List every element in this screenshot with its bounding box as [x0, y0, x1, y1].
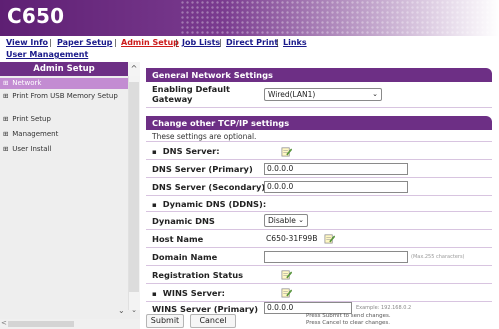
default-gateway-select[interactable]: Wired(LAN1) ⌄	[264, 88, 382, 101]
nav-link-view-info[interactable]: View Info	[6, 38, 48, 47]
page-scroll-down-icon[interactable]: ⌄	[118, 306, 125, 315]
ddns-heading: ▪ Dynamic DNS (DDNS):	[152, 199, 266, 209]
sidebar-item-user-install[interactable]: ⊞ User Install	[0, 145, 128, 154]
chevron-down-icon: ⌄	[372, 90, 378, 98]
bullet-icon: ▪	[152, 290, 157, 298]
nav-link-admin-setup[interactable]: Admin Setup	[121, 38, 179, 47]
sidebar-title: Admin Setup	[0, 62, 128, 76]
printer-model-title: C650	[7, 4, 65, 28]
chevron-down-icon: ⌄	[298, 216, 304, 224]
edit-note-icon[interactable]	[324, 233, 335, 244]
edit-note-icon[interactable]	[281, 287, 292, 298]
submit-note: Press Submit to send changes.	[306, 313, 391, 319]
sidebar-item-network[interactable]: ⊞ Network	[0, 78, 128, 89]
row-optional-note: These settings are optional.	[146, 130, 492, 142]
expand-plus-icon: ⊞	[3, 130, 9, 138]
registration-status-label: Registration Status	[152, 270, 244, 280]
sidebar-item-print-from-usb[interactable]: ⊞ Print From USB Memory Setup	[0, 92, 124, 101]
bullet-icon: ▪	[152, 148, 157, 156]
nav-separator: |	[114, 38, 117, 47]
nav-separator: |	[175, 38, 178, 47]
sidebar-horizontal-thumb[interactable]	[8, 321, 74, 327]
nav-link-paper-setup[interactable]: Paper Setup	[57, 38, 112, 47]
dns-primary-input[interactable]: 0.0.0.0	[264, 163, 408, 175]
row-dns-primary: DNS Server (Primary) 0.0.0.0	[146, 160, 492, 178]
nav-separator: |	[219, 38, 222, 47]
wins-server-heading: ▪ WINS Server:	[152, 288, 225, 298]
nav-link-direct-print[interactable]: Direct Print	[226, 38, 278, 47]
cancel-note: Press Cancel to clear changes.	[306, 320, 391, 326]
sidebar-item-label: User Install	[12, 145, 52, 153]
row-domain-name: Domain Name (Max.255 characters)	[146, 248, 492, 266]
nav-link-job-lists[interactable]: Job Lists	[182, 38, 220, 47]
bullet-icon: ▪	[152, 201, 157, 209]
main-content: General Network Settings Enabling Defaul…	[140, 62, 499, 329]
sidebar-item-print-setup[interactable]: ⊞ Print Setup	[0, 115, 128, 124]
sidebar-item-management[interactable]: ⊞ Management	[0, 130, 128, 139]
sidebar-item-label: Management	[12, 130, 59, 138]
wins-primary-label: WINS Server (Primary)	[152, 304, 259, 314]
nav-link-user-management[interactable]: User Management	[6, 50, 88, 59]
wins-primary-hint: Example: 192.168.0.2	[356, 305, 412, 311]
row-registration-status: Registration Status	[146, 266, 492, 284]
default-gateway-value: Wired(LAN1)	[268, 90, 316, 99]
sidebar-item-label: Print From USB Memory Setup	[12, 92, 118, 100]
dns-primary-label: DNS Server (Primary)	[152, 164, 253, 174]
submit-button[interactable]: Submit	[146, 314, 184, 328]
header-banner: C650	[0, 0, 499, 36]
section-header-tcpip: Change other TCP/IP settings	[146, 116, 492, 130]
dynamic-dns-label: Dynamic DNS	[152, 216, 215, 226]
expand-plus-icon: ⊞	[3, 115, 9, 123]
section-header-general-network: General Network Settings	[146, 68, 492, 82]
expand-plus-icon: ⊞	[3, 79, 9, 87]
optional-note: These settings are optional.	[152, 132, 257, 141]
domain-name-hint: (Max.255 characters)	[411, 254, 465, 260]
default-gateway-label: Enabling Default Gateway	[152, 84, 230, 104]
dynamic-dns-select[interactable]: Disable ⌄	[264, 214, 308, 227]
dns-server-heading-text: DNS Server:	[162, 146, 220, 156]
domain-name-label: Domain Name	[152, 252, 218, 262]
wins-server-heading-text: WINS Server:	[162, 288, 225, 298]
dynamic-dns-value: Disable	[268, 216, 296, 225]
dns-secondary-label: DNS Server (Secondary)	[152, 182, 266, 192]
host-name-label: Host Name	[152, 234, 204, 244]
row-dns-secondary: DNS Server (Secondary) 0.0.0.0	[146, 178, 492, 196]
ddns-heading-text: Dynamic DNS (DDNS):	[162, 199, 267, 209]
sidebar-item-label: Network	[12, 79, 42, 87]
expand-plus-icon: ⊞	[3, 92, 9, 100]
sidebar-item-label: Print Setup	[12, 115, 51, 123]
sidebar: Admin Setup ^ ⌄ ⊞ Network ⊞ Print From U…	[0, 62, 140, 329]
header-dot-pattern	[180, 0, 499, 36]
expand-plus-icon: ⊞	[3, 145, 9, 153]
domain-name-input[interactable]	[264, 251, 408, 263]
nav-separator: |	[49, 38, 52, 47]
row-ddns-heading: ▪ Dynamic DNS (DDNS):	[146, 196, 492, 212]
nav-separator: |	[276, 38, 279, 47]
row-dynamic-dns: Dynamic DNS Disable ⌄	[146, 212, 492, 230]
row-dns-server-heading: ▪ DNS Server:	[146, 142, 492, 160]
nav-link-links[interactable]: Links	[283, 38, 307, 47]
cancel-button[interactable]: Cancel	[190, 314, 236, 328]
scroll-left-button[interactable]: <	[1, 319, 7, 327]
dns-secondary-input[interactable]: 0.0.0.0	[264, 181, 408, 193]
sidebar-scroll-down-button[interactable]: ⌄	[128, 306, 140, 316]
row-wins-server-heading: ▪ WINS Server:	[146, 284, 492, 302]
top-navigation: View Info | Paper Setup | Admin Setup | …	[0, 36, 499, 62]
sidebar-scroll-thumb[interactable]	[129, 82, 139, 292]
sidebar-scroll-up-button[interactable]: ^	[128, 62, 140, 76]
row-default-gateway: Enabling Default Gateway Wired(LAN1) ⌄	[146, 82, 492, 108]
edit-note-icon[interactable]	[281, 269, 292, 280]
edit-note-icon[interactable]	[281, 146, 292, 157]
host-name-value: C650-31F99B	[266, 234, 318, 243]
dns-server-heading: ▪ DNS Server:	[152, 146, 220, 156]
row-host-name: Host Name C650-31F99B	[146, 230, 492, 248]
